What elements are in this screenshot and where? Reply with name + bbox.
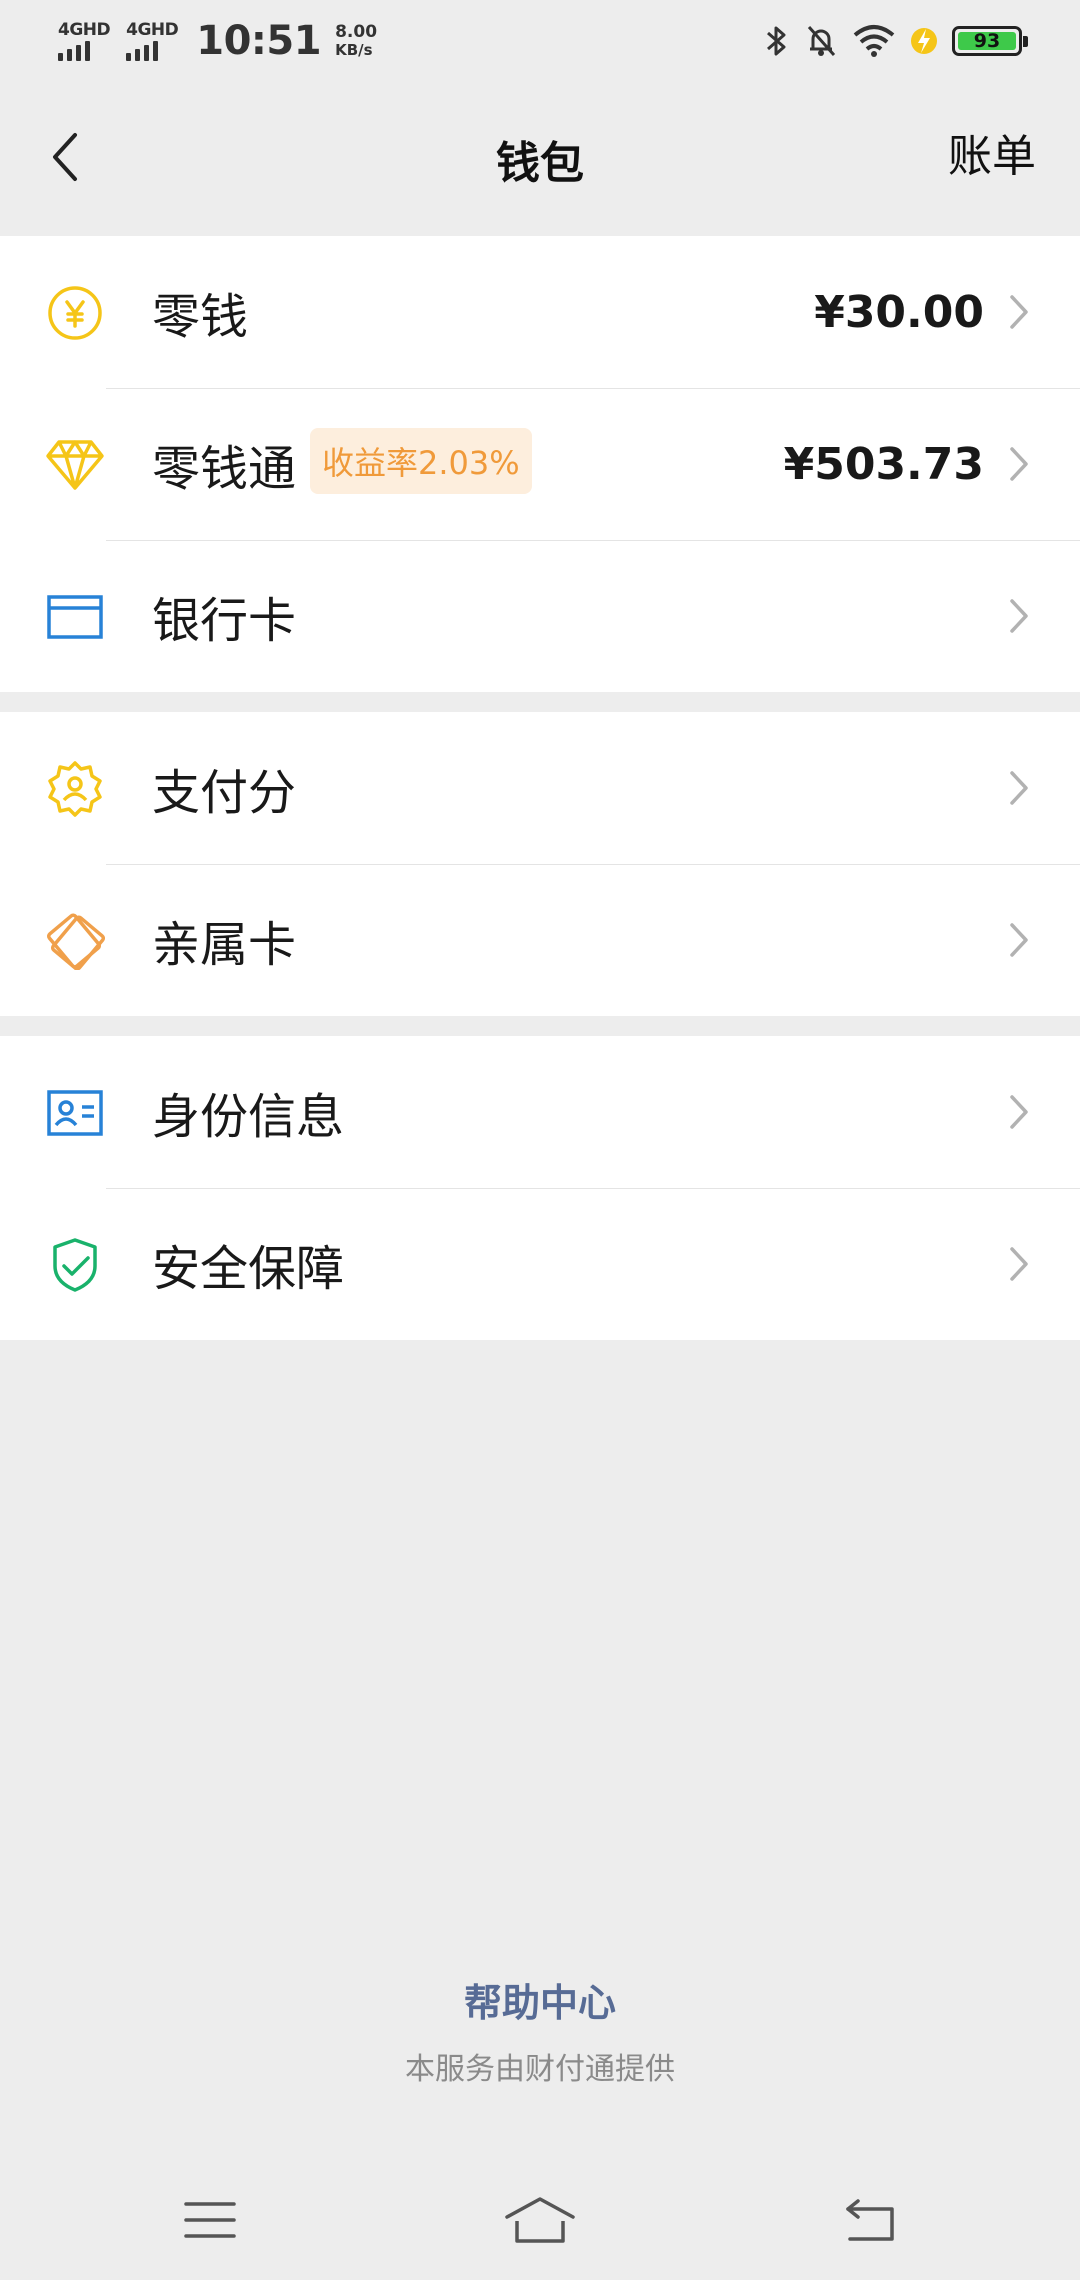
sim1-network-label: 4GHD	[58, 20, 111, 40]
battery-icon: 93	[952, 26, 1028, 56]
signal-bars-icon	[126, 41, 159, 61]
list-item-family-card[interactable]: 亲属卡	[0, 864, 1080, 1016]
network-speed: 8.00 KB/s	[335, 23, 377, 59]
list-item-change[interactable]: 零钱 ¥30.00	[0, 236, 1080, 388]
wifi-icon	[852, 23, 896, 59]
list-item-label: 安全保障	[152, 1241, 345, 1297]
list-item-label: 零钱	[152, 289, 249, 345]
shield-check-icon	[44, 1236, 106, 1294]
bluetooth-icon	[764, 23, 790, 59]
help-center-link[interactable]: 帮助中心	[0, 1972, 1080, 2027]
list-item-label: 支付分	[152, 765, 297, 821]
list-item-label: 银行卡	[152, 593, 297, 649]
bill-button[interactable]: 账单	[948, 120, 1036, 184]
list-item-label: 零钱通	[152, 441, 297, 497]
diamond-icon	[44, 436, 106, 494]
pay-score-icon	[44, 760, 106, 818]
network-speed-value: 8.00	[335, 22, 378, 42]
status-right: 93	[750, 23, 1028, 59]
bank-card-icon	[44, 588, 106, 646]
chevron-right-icon	[1004, 444, 1034, 484]
mute-icon	[804, 23, 838, 59]
wallet-group-credit: 支付分 亲属卡	[0, 712, 1080, 1016]
chevron-right-icon	[1004, 596, 1034, 636]
sim2-signal: 4GHD	[126, 20, 179, 61]
chevron-right-icon	[1004, 768, 1034, 808]
list-item-security[interactable]: 安全保障	[0, 1188, 1080, 1340]
provider-text: 本服务由财付通提供	[405, 2052, 675, 2087]
list-item-label: 身份信息	[152, 1089, 345, 1145]
yield-rate-badge: 收益率2.03%	[310, 428, 532, 494]
signal-bars-icon	[58, 41, 90, 61]
id-card-icon	[44, 1084, 106, 1142]
back-icon[interactable]	[830, 2190, 910, 2250]
lingqiantong-balance: ¥503.73	[783, 438, 984, 490]
wallet-group-security: 身份信息 安全保障	[0, 1036, 1080, 1340]
menu-icon[interactable]	[170, 2190, 250, 2250]
status-bar: 4GHD 4GHD 10:51 8.00 KB/s 93	[0, 0, 1080, 82]
change-balance: ¥30.00	[814, 286, 984, 338]
list-item-identity[interactable]: 身份信息	[0, 1036, 1080, 1188]
battery-level: 93	[958, 30, 1016, 52]
list-item-pay-score[interactable]: 支付分	[0, 712, 1080, 864]
back-button[interactable]	[34, 122, 94, 192]
navigation-bar: 钱包 账单	[0, 82, 1080, 236]
wallet-group-balance: 零钱 ¥30.00 零钱通 收益率2.03% ¥503.73 银行卡	[0, 236, 1080, 692]
chevron-right-icon	[1004, 920, 1034, 960]
chevron-right-icon	[1004, 292, 1034, 332]
chevron-right-icon	[1004, 1244, 1034, 1284]
list-item-bank-card[interactable]: 银行卡	[0, 540, 1080, 692]
yuan-coin-icon	[44, 284, 106, 342]
page-title: 钱包	[496, 138, 584, 189]
home-icon[interactable]	[500, 2190, 580, 2250]
sim1-signal: 4GHD	[58, 20, 111, 61]
chevron-right-icon	[1004, 1092, 1034, 1132]
network-speed-unit: KB/s	[335, 41, 373, 59]
family-card-icon	[44, 912, 106, 970]
system-navigation-bar	[0, 2170, 1080, 2270]
chevron-left-icon	[53, 133, 77, 181]
list-item-lingqiantong[interactable]: 零钱通 收益率2.03% ¥503.73	[0, 388, 1080, 540]
status-time: 10:51	[196, 18, 322, 64]
list-item-label: 亲属卡	[152, 917, 297, 973]
status-left: 4GHD 4GHD 10:51 8.00 KB/s	[58, 18, 377, 64]
sim2-network-label: 4GHD	[126, 20, 179, 40]
charging-icon	[910, 23, 938, 59]
